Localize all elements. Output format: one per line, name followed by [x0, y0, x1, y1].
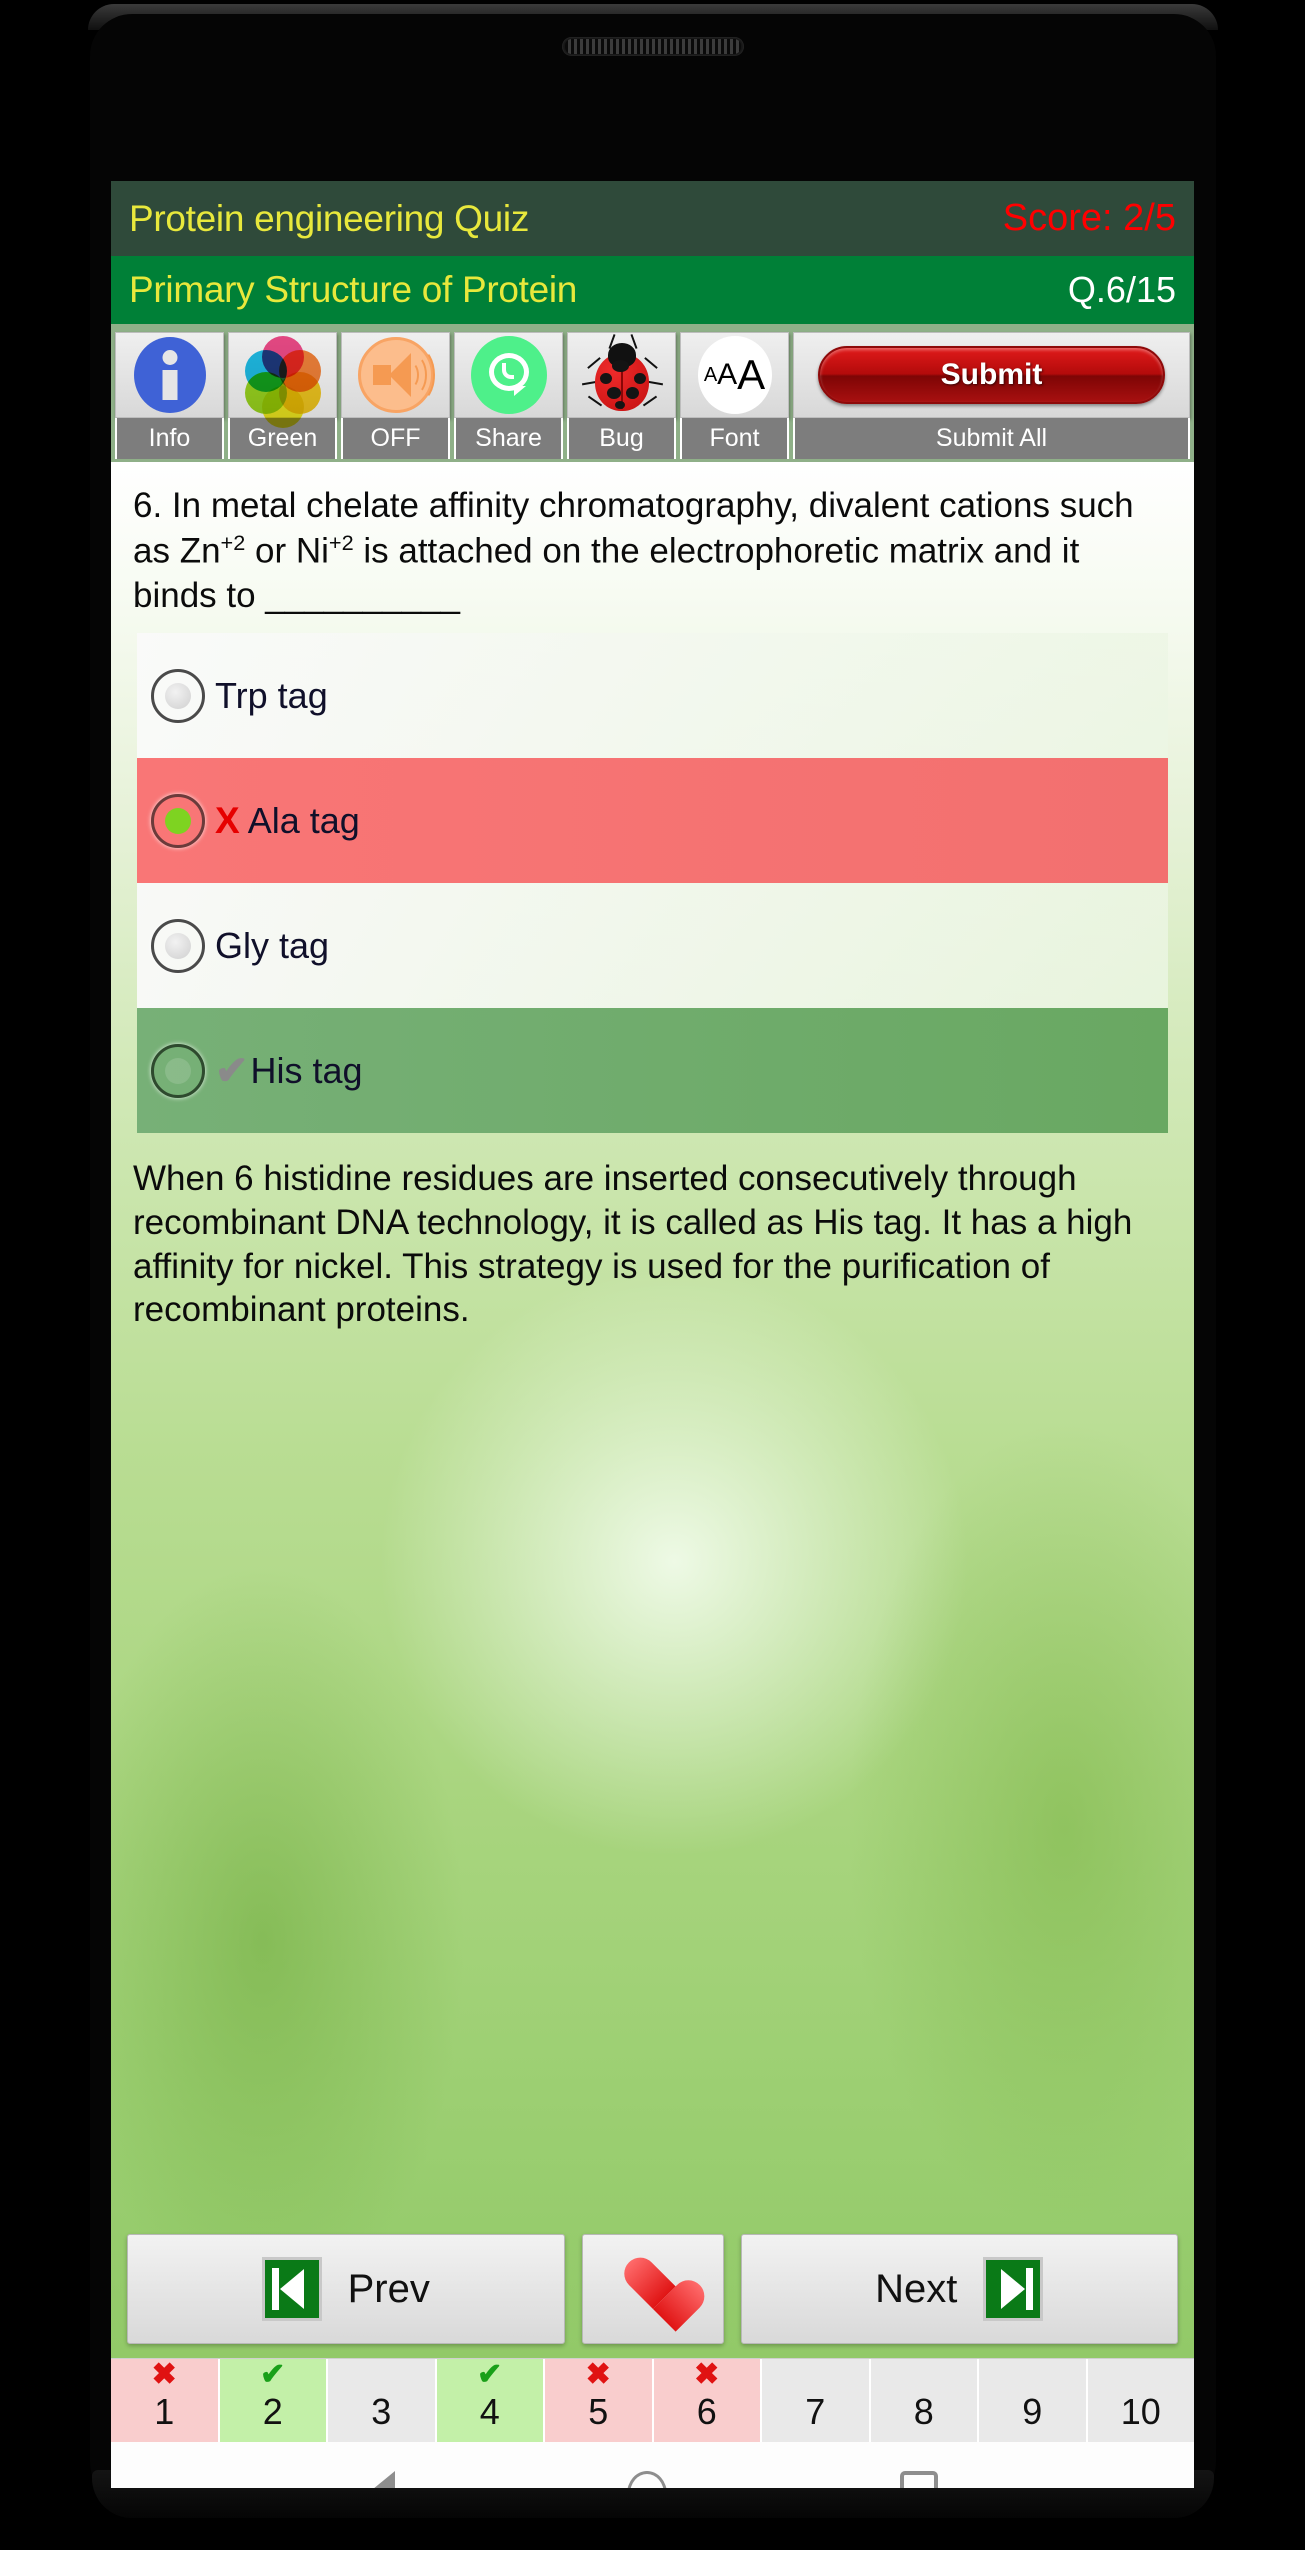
chip-number: 7 [805, 2391, 826, 2432]
chip-status-badge: ✔ [477, 2358, 503, 2391]
recents-icon[interactable] [899, 2470, 938, 2488]
radio-button-trp-tag[interactable] [151, 668, 205, 723]
question-chip-4[interactable]: ✔ 4 [436, 2358, 545, 2442]
question-chip-6[interactable]: ✖ 6 [653, 2358, 762, 2442]
earpiece-speaker-grille [562, 37, 744, 56]
option-row-his-tag[interactable]: ✔ His tag [137, 1008, 1168, 1134]
topic-header-bar: Primary Structure of Protein Q.6/15 [111, 256, 1194, 324]
option-label-gly-tag: Gly tag [215, 924, 330, 966]
chip-number: 2 [262, 2391, 283, 2432]
option-label-ala-tag: Ala tag [247, 799, 360, 841]
chip-number: 4 [479, 2391, 500, 2432]
submit-button-label: Submit [817, 346, 1166, 404]
correct-answer-mark: ✔ [215, 1048, 249, 1093]
explanation-text: When 6 histidine residues are inserted c… [133, 1159, 1133, 1330]
chip-status-badge: ✖ [151, 2358, 177, 2391]
toolbar-label-off: OFF [341, 418, 450, 459]
next-question-button[interactable]: Next [740, 2234, 1178, 2344]
app-screen: Protein engineering Quiz Score: 2/5 Prim… [111, 181, 1194, 2488]
option-row-gly-tag[interactable]: Gly tag [137, 883, 1168, 1009]
question-chip-9[interactable]: 9 [979, 2359, 1088, 2442]
question-chip-5[interactable]: ✖ 5 [545, 2359, 654, 2442]
question-text-part2: or Ni [245, 531, 329, 571]
question-superscript-2: +2 [328, 529, 354, 555]
question-content-area: 6. In metal chelate affinity chromatogra… [111, 462, 1194, 2358]
question-chip-7[interactable]: 7 [762, 2359, 871, 2442]
info-button[interactable] [115, 332, 224, 418]
quiz-header-bar: Protein engineering Quiz Score: 2/5 [111, 181, 1194, 256]
question-chip-8[interactable]: 8 [870, 2359, 979, 2442]
prev-button-label: Prev [347, 2266, 430, 2311]
chip-status-badge: ✖ [585, 2358, 611, 2391]
phone-frame: Protein engineering Quiz Score: 2/5 Prim… [0, 0, 1305, 2550]
question-superscript-1: +2 [220, 529, 246, 555]
question-chip-10[interactable]: 10 [1087, 2359, 1194, 2442]
ladybug-icon [581, 334, 663, 415]
topic-title: Primary Structure of Protein [129, 269, 578, 310]
whatsapp-icon [470, 336, 547, 414]
report-bug-button[interactable] [567, 332, 676, 418]
submit-all-button[interactable]: Submit [793, 332, 1190, 418]
chip-status-badge: ✔ [260, 2358, 286, 2391]
toolbar-label-submit-all: Submit All [793, 418, 1190, 459]
font-size-button[interactable]: AAA [680, 332, 789, 418]
answer-options-list: Trp tag X Ala tag Gly tag ✔ His tag [137, 633, 1168, 1134]
chip-status-badge: ✖ [694, 2358, 720, 2391]
quiz-title: Protein engineering Quiz [129, 197, 530, 239]
chip-number: 10 [1120, 2391, 1161, 2432]
color-wheel-icon [244, 336, 321, 428]
sound-toggle-button[interactable] [341, 332, 450, 418]
chip-number: 9 [1022, 2391, 1043, 2432]
question-navigation-bar: Prev Next [111, 2234, 1194, 2344]
wrong-answer-mark: X [215, 800, 240, 842]
chip-number: 8 [913, 2391, 934, 2432]
prev-question-button[interactable]: Prev [127, 2234, 565, 2344]
skip-next-icon [983, 2257, 1044, 2321]
option-label-his-tag: His tag [250, 1049, 363, 1091]
android-system-navigation-bar [111, 2442, 1194, 2488]
toolbar-label-info: Info [115, 418, 224, 459]
question-counter: Q.6/15 [1067, 269, 1176, 310]
question-number-strip: ✖ 1 ✔ 2 3 ✔ 4 ✖ 5 ✖ 6 7 8 9 10 [111, 2358, 1194, 2442]
speaker-icon [357, 337, 435, 413]
question-chip-1[interactable]: ✖ 1 [111, 2359, 220, 2442]
radio-button-ala-tag[interactable] [151, 793, 205, 848]
option-row-trp-tag[interactable]: Trp tag [137, 633, 1168, 759]
toolbar-label-font: Font [680, 418, 789, 459]
chip-number: 5 [588, 2391, 609, 2432]
chip-number: 1 [154, 2391, 175, 2432]
heart-icon [622, 2259, 684, 2319]
skip-previous-icon [261, 2257, 322, 2321]
radio-button-his-tag[interactable] [151, 1043, 205, 1098]
favorite-button[interactable] [581, 2234, 724, 2344]
share-button[interactable] [454, 332, 563, 418]
toolbar-label-share: Share [454, 418, 563, 459]
font-size-icon: AAA [697, 336, 772, 414]
radio-button-gly-tag[interactable] [151, 918, 205, 973]
toolbar-label-bug: Bug [567, 418, 676, 459]
next-button-label: Next [875, 2266, 958, 2311]
option-label-trp-tag: Trp tag [215, 674, 328, 716]
theme-color-button[interactable] [228, 332, 337, 428]
chip-number: 3 [371, 2391, 392, 2432]
question-text: 6. In metal chelate affinity chromatogra… [111, 462, 1194, 625]
score-label: Score: 2/5 [1002, 197, 1176, 239]
question-chip-2[interactable]: ✔ 2 [219, 2358, 328, 2442]
option-row-ala-tag[interactable]: X Ala tag [137, 758, 1168, 884]
home-icon[interactable] [627, 2470, 668, 2488]
question-chip-3[interactable]: 3 [328, 2359, 437, 2442]
toolbar: AAA Submit [111, 324, 1194, 428]
info-icon [133, 337, 206, 413]
chip-number: 6 [696, 2391, 717, 2432]
back-icon[interactable] [367, 2470, 396, 2488]
